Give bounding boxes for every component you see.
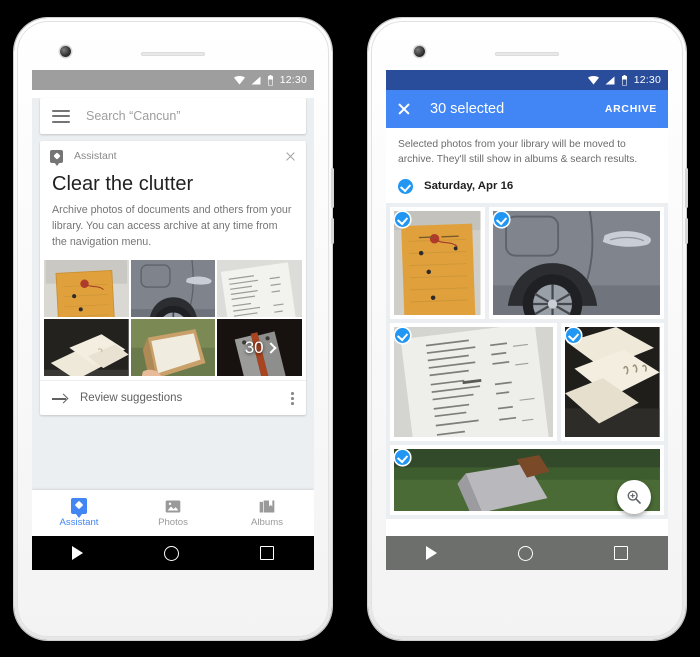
back-button[interactable] (72, 546, 84, 560)
search-bar[interactable]: Search “Cancun” (40, 98, 306, 134)
review-suggestions-label: Review suggestions (80, 392, 183, 405)
battery-icon (267, 74, 273, 85)
signal-icon (251, 76, 261, 84)
check-circle-icon[interactable] (493, 211, 509, 227)
photo-thumb-cardboard-box[interactable] (130, 319, 216, 377)
bottom-navigation: Assistant Photos Albums (32, 490, 314, 536)
search-input[interactable]: Search “Cancun” (86, 109, 181, 123)
page-title: Clear the clutter (52, 173, 194, 195)
selection-count-title: 30 selected (430, 101, 505, 117)
check-circle-icon[interactable] (395, 449, 410, 465)
photo-thumb-car-wheel[interactable] (130, 260, 216, 318)
status-time: 12:30 (279, 74, 307, 86)
earpiece-speaker (495, 52, 559, 56)
tab-photos[interactable]: Photos (126, 490, 220, 536)
phone-device-right: 12:30 30 selected ARCHIVE Selected photo… (368, 18, 688, 640)
photo-cell-receipt-white[interactable] (390, 322, 558, 441)
assistant-card: Assistant Clear the clutter Archive phot… (40, 141, 306, 416)
tab-albums-label: Albums (251, 516, 283, 528)
photo-thumb-cream-envelopes[interactable] (44, 319, 129, 377)
assistant-icon (71, 498, 87, 514)
status-time: 12:30 (633, 74, 661, 86)
check-circle-icon[interactable] (395, 327, 410, 343)
recents-button[interactable] (259, 546, 274, 560)
albums-icon (259, 500, 275, 512)
more-count-overlay: 30 (244, 337, 277, 358)
signal-icon (605, 76, 615, 84)
photo-grid: 30 (40, 260, 306, 377)
tab-assistant-label: Assistant (59, 517, 99, 528)
screenshot-stage: 12:30 Search “Cancun” Assistant Clear th… (0, 0, 700, 657)
day-header[interactable]: Saturday, Apr 16 (386, 175, 668, 203)
hamburger-menu-icon[interactable] (52, 109, 70, 123)
check-circle-icon[interactable] (395, 211, 410, 227)
photo-cell-hello-envelopes[interactable] (561, 322, 664, 441)
front-camera-icon (60, 46, 71, 57)
selection-grid (386, 202, 668, 519)
home-button[interactable] (517, 545, 533, 561)
home-button[interactable] (163, 545, 179, 561)
chevron-right-icon (264, 342, 277, 354)
more-count: 30 (244, 337, 264, 357)
front-camera-icon (414, 46, 425, 57)
recents-button[interactable] (613, 546, 628, 560)
card-description: Archive photos of documents and others f… (52, 204, 292, 248)
system-navigation-left (32, 536, 314, 570)
close-icon[interactable] (397, 102, 411, 116)
tab-photos-label: Photos (158, 516, 188, 528)
review-suggestions-row[interactable]: Review suggestions (40, 380, 306, 415)
arrow-right-icon (52, 393, 67, 404)
close-icon[interactable] (285, 151, 296, 162)
photo-thumb-more[interactable]: 30 (217, 319, 302, 377)
battery-icon (621, 74, 627, 85)
tab-assistant[interactable]: Assistant (32, 490, 126, 536)
assistant-icon (50, 149, 63, 163)
grid-row (390, 322, 664, 441)
archive-notice: Selected photos from your library will b… (386, 128, 668, 176)
archive-button[interactable]: ARCHIVE (605, 103, 657, 115)
volume-button[interactable] (685, 218, 688, 244)
wifi-icon (587, 75, 599, 84)
power-button[interactable] (331, 168, 334, 208)
photo-thumb-manila-envelope[interactable] (44, 260, 129, 318)
wifi-icon (233, 75, 245, 84)
card-header: Assistant (40, 141, 306, 171)
card-source-label: Assistant (74, 150, 117, 162)
back-button[interactable] (426, 546, 438, 560)
grid-row (390, 206, 664, 319)
zoom-in-icon (627, 490, 641, 504)
photo-cell-car-wheel[interactable] (488, 206, 664, 319)
day-header-label: Saturday, Apr 16 (424, 180, 514, 193)
photos-icon (165, 500, 181, 512)
phone-device-left: 12:30 Search “Cancun” Assistant Clear th… (14, 18, 334, 640)
photo-thumb-receipt-white[interactable] (217, 260, 302, 318)
check-circle-icon[interactable] (398, 178, 413, 194)
screen-right: 12:30 30 selected ARCHIVE Selected photo… (386, 70, 668, 570)
more-vert-icon[interactable] (291, 392, 294, 405)
volume-button[interactable] (331, 218, 334, 244)
status-bar-left: 12:30 (32, 70, 314, 90)
screen-left: 12:30 Search “Cancun” Assistant Clear th… (32, 70, 314, 570)
system-navigation-right (386, 536, 668, 570)
tab-albums[interactable]: Albums (220, 490, 314, 536)
earpiece-speaker (141, 52, 205, 56)
power-button[interactable] (685, 168, 688, 208)
status-bar-right: 12:30 (386, 70, 668, 90)
zoom-fab-button[interactable] (617, 480, 651, 514)
photo-cell-manila-envelope[interactable] (390, 206, 485, 319)
selection-app-bar: 30 selected ARCHIVE (386, 90, 668, 128)
